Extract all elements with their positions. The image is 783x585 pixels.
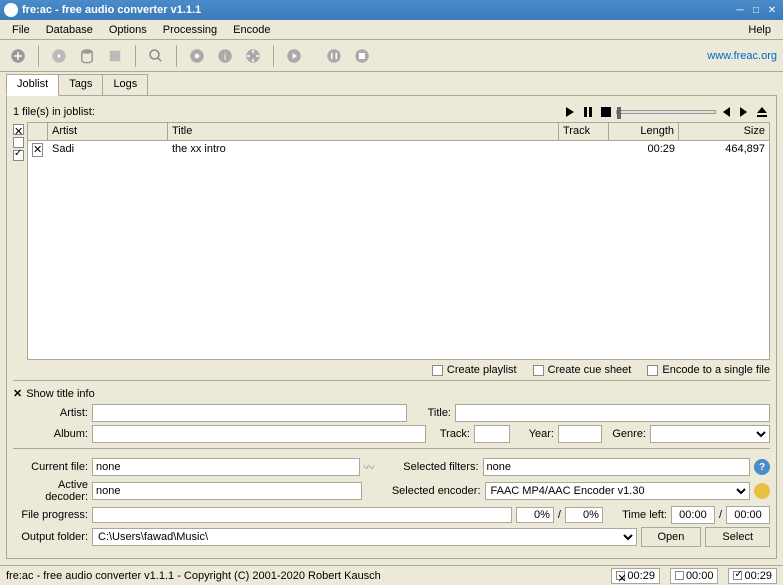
create-playlist-checkbox[interactable] <box>432 365 443 376</box>
play-convert-icon[interactable] <box>282 44 306 68</box>
settings-icon[interactable] <box>185 44 209 68</box>
close-titleinfo-icon[interactable]: ✕ <box>13 388 22 400</box>
stop-small-icon[interactable] <box>598 104 614 120</box>
prev-track-icon[interactable] <box>718 104 734 120</box>
select-all-checkbox[interactable]: ✕ <box>13 124 24 135</box>
menu-processing[interactable]: Processing <box>155 22 225 38</box>
tab-joblist[interactable]: Joblist <box>6 74 59 96</box>
col-length[interactable]: Length <box>609 123 679 140</box>
tab-tags[interactable]: Tags <box>58 74 103 96</box>
cell-size: 464,897 <box>679 142 769 156</box>
svg-text:i: i <box>224 50 226 62</box>
menu-options[interactable]: Options <box>101 22 155 38</box>
open-button[interactable]: Open <box>641 527 702 547</box>
close-button[interactable]: ✕ <box>765 3 779 17</box>
next-track-icon[interactable] <box>736 104 752 120</box>
menu-help[interactable]: Help <box>740 22 779 38</box>
pause-icon[interactable] <box>322 44 346 68</box>
menu-database[interactable]: Database <box>38 22 101 38</box>
cd-icon[interactable] <box>47 44 71 68</box>
col-track[interactable]: Track <box>559 123 609 140</box>
play-icon[interactable] <box>562 104 578 120</box>
activedecoder-label: Active decoder: <box>13 479 88 503</box>
select-none-checkbox[interactable] <box>13 137 24 148</box>
table-row[interactable]: ✕ Sadi the xx intro 00:29 464,897 <box>28 141 769 157</box>
currentfile-field <box>92 458 360 476</box>
progress-bar <box>92 507 512 523</box>
selectedfilters-label: Selected filters: <box>384 461 479 473</box>
col-artist[interactable]: Artist <box>48 123 168 140</box>
create-cue-checkbox[interactable] <box>533 365 544 376</box>
gear-icon[interactable] <box>241 44 265 68</box>
status-time2: 00:00 <box>670 568 719 584</box>
website-link[interactable]: www.freac.org <box>707 50 777 62</box>
search-icon[interactable] <box>144 44 168 68</box>
joblist-status: 1 file(s) in joblist: <box>13 106 95 118</box>
db-sub-icon[interactable] <box>103 44 127 68</box>
pause-small-icon[interactable] <box>580 104 596 120</box>
menu-encode[interactable]: Encode <box>225 22 278 38</box>
seek-slider[interactable] <box>616 110 716 114</box>
eject-icon[interactable] <box>754 104 770 120</box>
selectedencoder-label: Selected encoder: <box>366 485 481 497</box>
cell-title: the xx intro <box>168 142 559 156</box>
timeleft1 <box>671 506 715 524</box>
track-label: Track: <box>430 428 470 440</box>
artist-input[interactable] <box>92 404 407 422</box>
help-icon[interactable]: ? <box>754 459 770 475</box>
select-button[interactable]: Select <box>705 527 770 547</box>
year-label: Year: <box>514 428 554 440</box>
title-input[interactable] <box>455 404 770 422</box>
titleinfo-header: Show title info <box>26 388 94 400</box>
artist-label: Artist: <box>13 407 88 419</box>
window-title: fre:ac - free audio converter v1.1.1 <box>22 4 733 16</box>
outputfolder-label: Output folder: <box>13 531 88 543</box>
row-checkbox[interactable]: ✕ <box>32 143 43 157</box>
track-input[interactable] <box>474 425 510 443</box>
currentfile-label: Current file: <box>13 461 88 473</box>
album-label: Album: <box>13 428 88 440</box>
col-title[interactable]: Title <box>168 123 559 140</box>
genre-label: Genre: <box>606 428 646 440</box>
info-icon[interactable]: i <box>213 44 237 68</box>
cell-length: 00:29 <box>609 142 679 156</box>
create-playlist-label: Create playlist <box>447 364 517 376</box>
album-input[interactable] <box>92 425 426 443</box>
db-icon[interactable] <box>75 44 99 68</box>
col-size[interactable]: Size <box>679 123 769 140</box>
encoder-settings-icon[interactable] <box>754 483 770 499</box>
encode-single-label: Encode to a single file <box>662 364 770 376</box>
outputfolder-select[interactable]: C:\Users\fawad\Music\ <box>92 528 637 546</box>
tab-logs[interactable]: Logs <box>102 74 148 96</box>
progress1: 0% <box>516 507 554 523</box>
app-icon <box>4 3 18 17</box>
status-time3: 00:29 <box>728 568 777 584</box>
minimize-button[interactable]: ─ <box>733 3 747 17</box>
encode-single-checkbox[interactable] <box>647 365 658 376</box>
wave-icon: 〰 <box>364 459 380 475</box>
add-files-button[interactable] <box>6 44 30 68</box>
statusbar-text: fre:ac - free audio converter v1.1.1 - C… <box>6 570 601 582</box>
stop-icon[interactable] <box>350 44 374 68</box>
status-time1: ✕00:29 <box>611 568 660 584</box>
timeleft2 <box>726 506 770 524</box>
maximize-button[interactable]: □ <box>749 3 763 17</box>
genre-select[interactable] <box>650 425 770 443</box>
title-label: Title: <box>411 407 451 419</box>
activedecoder-field <box>92 482 362 500</box>
col-check[interactable] <box>28 123 48 140</box>
year-input[interactable] <box>558 425 602 443</box>
toggle-checkbox[interactable] <box>13 150 24 161</box>
selectedfilters-field <box>483 458 751 476</box>
progress2: 0% <box>565 507 603 523</box>
create-cue-label: Create cue sheet <box>548 364 632 376</box>
cell-track <box>559 148 609 150</box>
timeleft-label: Time left: <box>607 509 667 521</box>
cell-artist: Sadi <box>48 142 168 156</box>
menu-file[interactable]: File <box>4 22 38 38</box>
fileprogress-label: File progress: <box>13 509 88 521</box>
encoder-select[interactable]: FAAC MP4/AAC Encoder v1.30 <box>485 482 751 500</box>
